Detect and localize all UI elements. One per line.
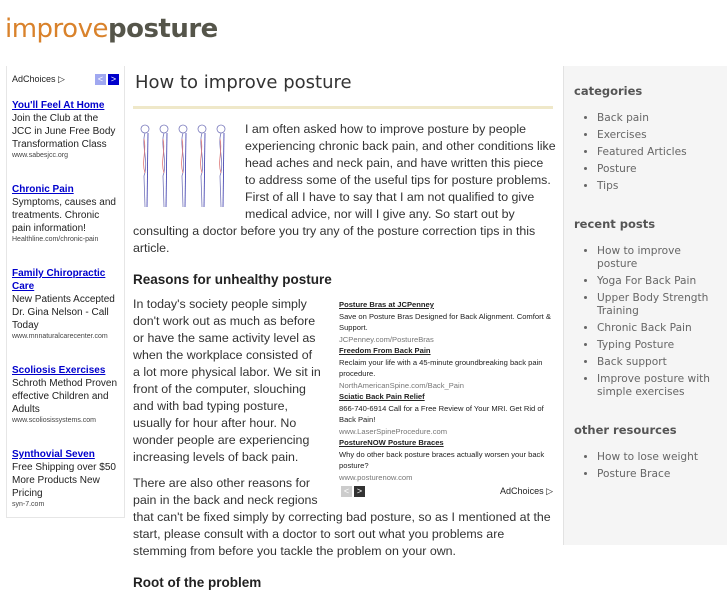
ad-title-link[interactable]: Synthovial Seven: [12, 448, 119, 461]
ad-url[interactable]: www.LaserSpineProcedure.com: [339, 426, 553, 438]
section-heading: Reasons for unhealthy posture: [133, 272, 332, 287]
ad-item: Freedom From Back Pain Reclaim your life …: [339, 345, 553, 391]
ad-title-link[interactable]: Posture Bras at JCPenney: [339, 299, 553, 311]
ad-text: Free Shipping over $50 More Products New…: [12, 462, 116, 499]
sidebar-link[interactable]: Back support: [597, 356, 717, 369]
page-title: How to improve posture: [135, 72, 352, 93]
right-sidebar: categories Back pain Exercises Featured Ar…: [563, 66, 727, 545]
ad-text: Save on Posture Bras Designed for Back A…: [339, 311, 551, 333]
sidebar-link[interactable]: Tips: [597, 180, 717, 193]
sidebar-link[interactable]: Posture Brace: [597, 468, 717, 481]
ad-item: You'll Feel At Home Join the Club at the …: [12, 99, 119, 161]
ad-item: PostureNOW Posture Braces Why do other ba…: [339, 437, 553, 483]
ad-title-link[interactable]: Family Chiropractic Care: [12, 267, 119, 293]
ad-text: Reclaim your life with a 45-minute groun…: [339, 357, 543, 379]
ad-text: New Patients Accepted Dr. Gina Nelson - …: [12, 294, 115, 331]
ad-title-link[interactable]: You'll Feel At Home: [12, 99, 119, 112]
section-heading: Root of the problem: [133, 575, 262, 590]
ad-title-link[interactable]: PostureNOW Posture Braces: [339, 437, 553, 449]
ad-text: Why do other back posture braces actuall…: [339, 449, 545, 471]
inline-ad-block: Posture Bras at JCPenney Save on Posture …: [339, 299, 553, 498]
next-ad-button[interactable]: >: [108, 74, 119, 85]
ad-item: Scoliosis Exercises Schroth Method Proven…: [12, 364, 119, 426]
ad-title-link[interactable]: Freedom From Back Pain: [339, 345, 553, 357]
ad-item: Sciatic Back Pain Relief 866-740-6914 Cal…: [339, 391, 553, 437]
sidebar-link[interactable]: Upper Body Strength Training: [597, 292, 717, 318]
article: How to improve posture I am often asked …: [127, 66, 563, 590]
ad-item: Family Chiropractic Care New Patients Acc…: [12, 267, 119, 342]
sidebar-link[interactable]: Typing Posture: [597, 339, 717, 352]
next-ad-button[interactable]: >: [354, 486, 365, 497]
other-resources-heading: other resources: [574, 423, 677, 437]
ad-url[interactable]: www.scoliosissystems.com: [12, 416, 119, 426]
ad-title-link[interactable]: Sciatic Back Pain Relief: [339, 391, 553, 403]
ad-text: Join the Club at the JCC in June Free Bo…: [12, 113, 116, 150]
ad-text: Schroth Method Proven effective Children…: [12, 378, 118, 415]
sidebar-link[interactable]: How to lose weight: [597, 451, 717, 464]
ad-url[interactable]: www.posturenow.com: [339, 472, 553, 484]
ad-item: Chronic Pain Symptoms, causes and treatme…: [12, 183, 119, 245]
prev-ad-button[interactable]: <: [95, 74, 106, 85]
ad-url[interactable]: www.sabesjcc.org: [12, 151, 119, 161]
ad-title-link[interactable]: Scoliosis Exercises: [12, 364, 119, 377]
sidebar-link[interactable]: Yoga For Back Pain: [597, 275, 717, 288]
prev-ad-button[interactable]: <: [341, 486, 352, 497]
sidebar-link[interactable]: Chronic Back Pain: [597, 322, 717, 335]
site-logo[interactable]: improveposture: [5, 14, 218, 44]
left-ad-panel: AdChoices ▷ < > You'll Feel At Home Join t…: [6, 66, 125, 518]
ad-url[interactable]: NorthAmericanSpine.com/Back_Pain: [339, 380, 553, 392]
recent-posts-heading: recent posts: [574, 217, 656, 231]
ad-item: Posture Bras at JCPenney Save on Posture …: [339, 299, 553, 345]
sidebar-link[interactable]: Featured Articles: [597, 146, 717, 159]
adchoices-link[interactable]: AdChoices ▷: [12, 74, 65, 85]
ad-text: 866-740-6914 Call for a Free Review of Y…: [339, 403, 544, 425]
ad-title-link[interactable]: Chronic Pain: [12, 183, 119, 196]
ad-url[interactable]: JCPenney.com/PostureBras: [339, 334, 553, 346]
divider: [133, 106, 553, 109]
ad-url[interactable]: syn-7.com: [12, 500, 119, 510]
sidebar-link[interactable]: Exercises: [597, 129, 717, 142]
ad-text: Symptoms, causes and treatments. Chronic…: [12, 197, 116, 234]
ad-url[interactable]: www.mnnaturalcarecenter.com: [12, 332, 119, 342]
adchoices-link[interactable]: AdChoices ▷: [500, 486, 553, 498]
sidebar-link[interactable]: Posture: [597, 163, 717, 176]
posture-illustration: [140, 124, 226, 208]
ad-url[interactable]: Healthline.com/chronic-pain: [12, 235, 119, 245]
sidebar-link[interactable]: Back pain: [597, 112, 717, 125]
sidebar-link[interactable]: Improve posture with simple exercises: [597, 373, 717, 399]
sidebar-link[interactable]: How to improve posture: [597, 245, 717, 271]
ad-item: Synthovial Seven Free Shipping over $50 M…: [12, 448, 119, 510]
categories-heading: categories: [574, 84, 643, 98]
